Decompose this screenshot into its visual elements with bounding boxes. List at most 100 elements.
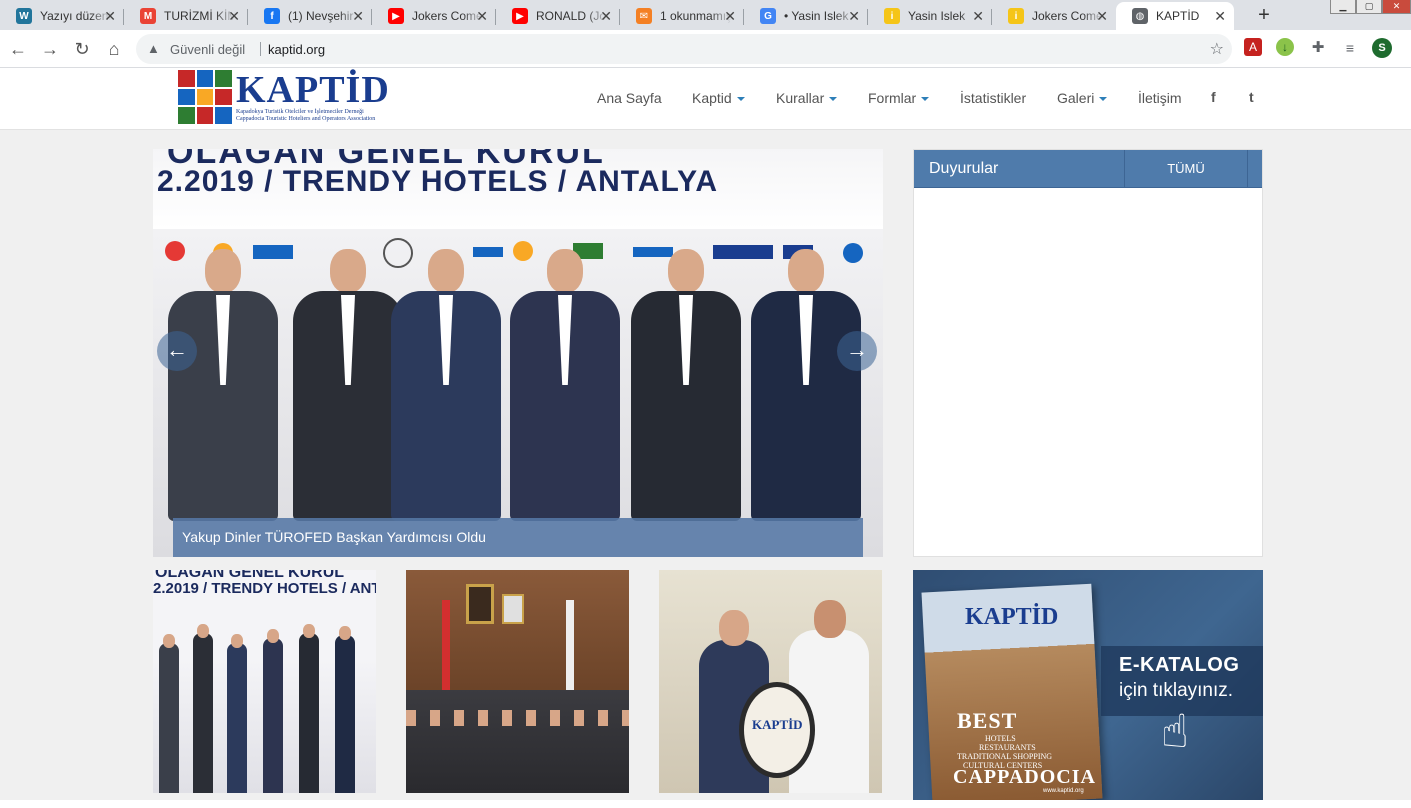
catalog-book-city: CAPPADOCIA — [953, 766, 1096, 788]
browser-tab[interactable]: ✉ 1 okunmamış ✕ — [620, 2, 744, 30]
browser-tab[interactable]: W Yazıyı düzenle ✕ — [0, 2, 124, 30]
nav-item-ana-sayfa[interactable]: Ana Sayfa — [597, 90, 662, 106]
tab-close-icon[interactable]: ✕ — [476, 8, 488, 25]
tab-close-icon[interactable]: ✕ — [600, 8, 612, 25]
slider-next-button[interactable]: → — [837, 331, 877, 371]
browser-tab[interactable]: ◍ KAPTİD ✕ — [1116, 2, 1234, 30]
tab-close-icon[interactable]: ✕ — [352, 8, 364, 25]
pdf-extension-icon[interactable]: A — [1244, 38, 1262, 56]
ecatalog-cta-title[interactable]: E-KATALOG — [1119, 654, 1239, 677]
tab-title: • Yasin Islek — [784, 9, 849, 23]
tab-close-icon[interactable]: ✕ — [1096, 8, 1108, 25]
ecatalog-cta-text[interactable]: için tıklayınız. — [1119, 680, 1233, 702]
url-text[interactable]: kaptid.org — [268, 42, 325, 57]
reload-button[interactable]: ↻ — [71, 38, 93, 60]
security-label[interactable]: Güvenli değil — [170, 42, 245, 57]
news-thumbnail[interactable] — [406, 570, 629, 793]
tab-close-icon[interactable]: ✕ — [972, 8, 984, 25]
slide-person — [391, 249, 501, 521]
catalog-book-best: BEST — [957, 708, 1018, 733]
all-announcements-button[interactable]: TÜMÜ — [1124, 150, 1248, 188]
slide-caption[interactable]: Yakup Dinler TÜROFED Başkan Yardımcısı O… — [173, 518, 863, 557]
browser-tab[interactable]: ▶ Jokers Comedy✕ — [372, 2, 496, 30]
thumb-head — [231, 634, 243, 648]
nav-item-formlar[interactable]: Formlar — [868, 90, 930, 106]
tab-close-icon[interactable]: ✕ — [228, 8, 240, 25]
nav-item-kurallar[interactable]: Kurallar — [776, 90, 838, 106]
close-window-button[interactable]: ✕ — [1382, 0, 1411, 14]
nav-item-kaptid[interactable]: Kaptid — [692, 90, 745, 106]
browser-tab[interactable]: i Yasin Islek ✕ — [868, 2, 992, 30]
new-tab-button[interactable]: + — [1252, 4, 1276, 26]
profile-avatar[interactable]: S — [1372, 38, 1392, 58]
tab-title: Yasin Islek — [908, 9, 966, 23]
slide-banner-text: 2.2019 / TRENDY HOTELS / ANTALYA — [157, 165, 719, 198]
minimize-button[interactable]: ▁ — [1330, 0, 1356, 14]
extensions-puzzle-icon[interactable]: ✚ — [1308, 38, 1328, 58]
tab-close-icon[interactable]: ✕ — [848, 8, 860, 25]
tab-close-icon[interactable]: ✕ — [1214, 8, 1226, 25]
nav-item-label: İletişim — [1138, 90, 1182, 106]
mail-icon: ✉ — [636, 8, 652, 24]
nav-item-galeri[interactable]: Galeri — [1057, 90, 1108, 106]
browser-tab[interactable]: f (1) Nevşehir ✕ — [248, 2, 372, 30]
browser-tab[interactable]: M TURİZMİ KİM ✕ — [124, 2, 248, 30]
pointer-hand-icon: ☝ — [1161, 705, 1190, 757]
portrait-frame — [466, 584, 494, 624]
bookmark-star-icon[interactable]: ☆ — [1210, 39, 1224, 59]
caret-down-icon — [1099, 97, 1108, 102]
twitter-icon[interactable]: t — [1249, 89, 1254, 105]
tab-close-icon[interactable]: ✕ — [104, 8, 116, 25]
catalog-book-brand: KAPTİD — [965, 604, 1059, 630]
slide-person — [293, 249, 403, 521]
slider-prev-button[interactable]: ← — [157, 331, 197, 371]
thumb-person — [335, 635, 355, 793]
youtube-icon: ▶ — [512, 8, 528, 24]
catalog-line: HOTELS — [985, 734, 1016, 743]
announcements-panel: Duyurular TÜMÜ — [913, 149, 1263, 557]
browser-tab[interactable]: ▶ RONALD (Jokers)✕ — [496, 2, 620, 30]
flag — [566, 600, 574, 690]
thumb-person — [299, 633, 319, 793]
youtube-icon: ▶ — [388, 8, 404, 24]
facebook-icon[interactable]: f — [1211, 89, 1216, 105]
news-thumbnail[interactable]: OLAĞAN GENEL KURUL 2.2019 / TRENDY HOTEL… — [153, 570, 376, 793]
media-control-icon[interactable]: ≡ — [1340, 38, 1360, 58]
gmail-icon: M — [140, 8, 156, 24]
announcements-header: Duyurular TÜMÜ — [914, 150, 1262, 188]
slide-person — [751, 249, 861, 521]
news-thumbnail[interactable]: KAPTİD — [659, 570, 882, 793]
catalog-book-url: www.kaptid.org — [1043, 788, 1084, 794]
caret-down-icon — [829, 97, 838, 102]
globe-icon: ◍ — [1132, 8, 1148, 24]
back-button[interactable]: ← — [7, 38, 29, 60]
address-bar[interactable]: ▲ Güvenli değil kaptid.org ☆ — [136, 34, 1232, 64]
tab-title: RONALD (Jokers) — [536, 9, 608, 23]
tab-title: Yazıyı düzenle — [40, 9, 112, 23]
browser-tab[interactable]: G • Yasin Islek ✕ — [744, 2, 868, 30]
browser-tab[interactable]: i Jokers Comedy✕ — [992, 2, 1116, 30]
nav-item-i̇letişim[interactable]: İletişim — [1138, 90, 1182, 106]
slide-banner: OLAĞAN GENEL KURUL 2.2019 / TRENDY HOTEL… — [153, 149, 883, 229]
news-slider[interactable]: OLAĞAN GENEL KURUL 2.2019 / TRENDY HOTEL… — [153, 149, 883, 557]
tab-title: Jokers Comedy — [412, 9, 484, 23]
nav-item-label: İstatistikler — [960, 90, 1027, 106]
catalog-line: RESTAURANTS — [979, 743, 1036, 752]
thumb-head — [339, 626, 351, 640]
ecatalog-banner[interactable]: KAPTİD BEST HOTELS RESTAURANTS TRADITION… — [913, 570, 1263, 808]
catalog-book-lines: HOTELS RESTAURANTS TRADITIONAL SHOPPING … — [957, 734, 1052, 770]
browser-tabstrip: W Yazıyı düzenle ✕ M TURİZMİ KİM ✕ f (1) Nevşeh… — [0, 0, 1411, 30]
people-heads — [406, 710, 629, 726]
imdb-icon: i — [1008, 8, 1024, 24]
forward-button[interactable]: → — [39, 38, 61, 60]
arrow-left-icon: ← — [166, 337, 188, 362]
kaptid-logo[interactable]: KAPTİD Kapadokya Turistik Otelciler ve İ… — [178, 70, 406, 128]
nav-item-i̇statistikler[interactable]: İstatistikler — [960, 90, 1026, 106]
thumb-head — [267, 629, 279, 643]
warning-icon[interactable]: ▲ — [147, 41, 160, 56]
maximize-button[interactable]: ▢ — [1356, 0, 1382, 14]
download-extension-icon[interactable]: ↓ — [1276, 38, 1294, 56]
tab-title: 1 okunmamış — [660, 9, 732, 23]
tab-close-icon[interactable]: ✕ — [724, 8, 736, 25]
home-button[interactable]: ⌂ — [103, 38, 125, 60]
